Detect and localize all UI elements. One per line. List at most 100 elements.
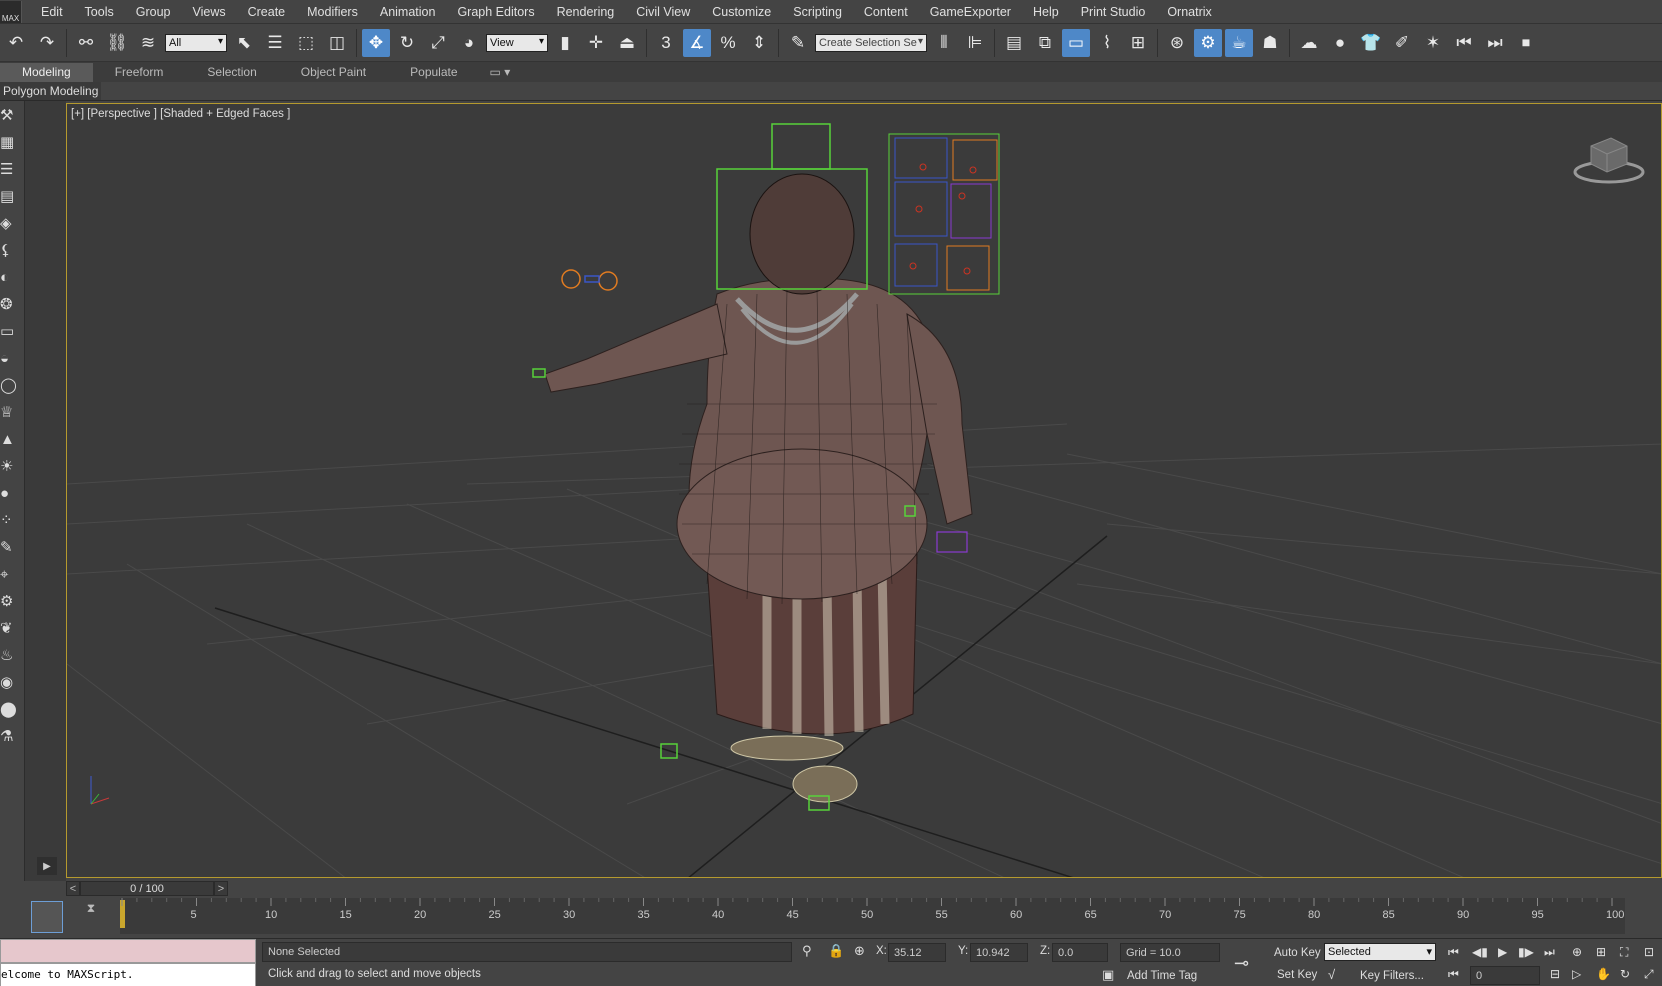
- menu-print-studio[interactable]: Print Studio: [1070, 0, 1157, 24]
- rewind-icon[interactable]: ⏮: [1450, 29, 1478, 57]
- y-coordinate-field[interactable]: 10.942: [970, 943, 1028, 962]
- sphere-icon[interactable]: ◯: [0, 375, 20, 395]
- orbit-icon[interactable]: ↻: [1620, 967, 1630, 981]
- menu-civil-view[interactable]: Civil View: [625, 0, 701, 24]
- cloth-icon[interactable]: 👕: [1357, 29, 1385, 57]
- menu-graph-editors[interactable]: Graph Editors: [446, 0, 545, 24]
- menu-content[interactable]: Content: [853, 0, 919, 24]
- display-icon[interactable]: ▦: [0, 132, 20, 152]
- add-time-tag-button[interactable]: Add Time Tag: [1127, 970, 1197, 982]
- menu-customize[interactable]: Customize: [701, 0, 782, 24]
- light-icon[interactable]: ⚸: [0, 240, 20, 260]
- play-icon[interactable]: ▶: [1498, 945, 1507, 959]
- expand-arrow-icon[interactable]: ▶: [37, 857, 57, 875]
- redo-icon[interactable]: ↷: [33, 29, 61, 57]
- coin-icon[interactable]: ◉: [0, 672, 20, 692]
- link-icon[interactable]: ⚯: [72, 29, 100, 57]
- x-coordinate-field[interactable]: 35.12: [888, 943, 946, 962]
- menu-ornatrix[interactable]: Ornatrix: [1156, 0, 1222, 24]
- viewport-perspective[interactable]: [+] [Perspective ] [Shaded + Edged Faces…: [66, 103, 1662, 878]
- tab-modeling[interactable]: Modeling: [0, 63, 93, 82]
- unlink-icon[interactable]: ⛓: [103, 29, 131, 57]
- sphere-icon[interactable]: ●: [1326, 29, 1354, 57]
- edit-named-selection-icon[interactable]: ✎: [784, 29, 812, 57]
- export-icon[interactable]: ⏹: [1512, 29, 1540, 57]
- hammer-icon[interactable]: ⚒: [0, 105, 20, 125]
- mirror-icon[interactable]: ⫴: [930, 29, 958, 57]
- paint-icon[interactable]: ✎: [0, 537, 20, 557]
- render-in-cloud-icon[interactable]: ☁: [1295, 29, 1323, 57]
- menu-create[interactable]: Create: [237, 0, 297, 24]
- bind-space-warp-icon[interactable]: ≋: [134, 29, 162, 57]
- helper-icon[interactable]: ❂: [0, 294, 20, 314]
- open-mini-curve-editor-icon[interactable]: ⧗: [80, 901, 102, 917]
- snap-toggle-icon[interactable]: 3: [652, 29, 680, 57]
- go-to-end-icon[interactable]: ⏭: [1544, 945, 1555, 960]
- tab-freeform[interactable]: Freeform: [93, 63, 186, 82]
- select-by-name-icon[interactable]: ☰: [261, 29, 289, 57]
- zoom-icon[interactable]: ⊕: [1572, 945, 1582, 959]
- plane-icon[interactable]: ▭: [0, 321, 20, 341]
- time-slider-next-button[interactable]: >: [214, 881, 228, 896]
- app-logo[interactable]: MAX: [0, 0, 22, 23]
- spinner-snap-icon[interactable]: ⇕: [745, 29, 773, 57]
- isolate-selection-icon[interactable]: ⚲: [802, 943, 812, 959]
- reference-coordinate-dropdown[interactable]: View ▾: [486, 33, 548, 52]
- plant-icon[interactable]: ❦: [0, 618, 20, 638]
- percent-snap-icon[interactable]: %: [714, 29, 742, 57]
- key-mode-dropdown[interactable]: Selected ▾: [1324, 943, 1436, 961]
- list-icon[interactable]: ☰: [0, 159, 20, 179]
- time-tag-icon[interactable]: ▣: [1102, 967, 1114, 983]
- ball-icon[interactable]: ⬤: [0, 699, 20, 719]
- disc-icon[interactable]: ●: [0, 483, 20, 503]
- tools-icon[interactable]: ⚗: [0, 726, 20, 746]
- toggle-scene-explorer-icon[interactable]: ▤: [1000, 29, 1028, 57]
- grid-icon[interactable]: ⁘: [0, 510, 20, 530]
- time-slider-prev-button[interactable]: <: [66, 881, 80, 896]
- time-slider-frame-display[interactable]: 0 / 100: [80, 881, 214, 896]
- select-and-place-icon[interactable]: ◕: [455, 29, 483, 57]
- menu-gameexporter[interactable]: GameExporter: [919, 0, 1022, 24]
- dome-icon[interactable]: ◒: [0, 348, 20, 368]
- menu-help[interactable]: Help: [1022, 0, 1070, 24]
- set-key-button[interactable]: Set Key: [1277, 969, 1317, 981]
- zoom-all-icon[interactable]: ⊞: [1596, 945, 1606, 959]
- track-bar-timeline[interactable]: 5 10 15 20 25 30 35 40 45 50 55 60 65 70 75 80 85 90 95 100: [120, 898, 1625, 934]
- time-configuration-icon[interactable]: ⊟: [1550, 967, 1560, 981]
- menu-animation[interactable]: Animation: [369, 0, 447, 24]
- menu-group[interactable]: Group: [125, 0, 182, 24]
- zoom-extents-all-icon[interactable]: ⊡: [1644, 945, 1654, 959]
- select-and-move-icon[interactable]: ✥: [362, 28, 390, 57]
- maxscript-output[interactable]: elcome to MAXScript.: [0, 963, 256, 986]
- select-manipulate-icon[interactable]: ✛: [582, 29, 610, 57]
- cone-icon[interactable]: ▲: [0, 429, 20, 449]
- tab-selection[interactable]: Selection: [185, 63, 278, 82]
- viewport-label[interactable]: [+] [Perspective ] [Shaded + Edged Faces…: [71, 108, 290, 120]
- mini-curve-editor-thumbnail[interactable]: [31, 901, 63, 933]
- absolute-mode-icon[interactable]: ⊕: [854, 943, 865, 959]
- menu-tools[interactable]: Tools: [74, 0, 125, 24]
- next-frame-icon[interactable]: ▮▶: [1518, 945, 1534, 959]
- particle-icon[interactable]: ✶: [1419, 29, 1447, 57]
- named-selection-set-dropdown[interactable]: Create Selection Se ▾: [815, 33, 927, 52]
- hair-brush-icon[interactable]: ✐: [1388, 29, 1416, 57]
- menu-scripting[interactable]: Scripting: [782, 0, 853, 24]
- ribbon-options-icon[interactable]: ▭ ▾: [480, 63, 521, 82]
- pan-view-icon[interactable]: ✋: [1596, 967, 1611, 981]
- align-icon[interactable]: ⊫: [961, 29, 989, 57]
- auto-key-button[interactable]: Auto Key: [1274, 947, 1321, 959]
- angle-snap-icon[interactable]: ∡: [683, 28, 711, 57]
- keyboard-shortcut-override-icon[interactable]: ⏏: [613, 29, 641, 57]
- maxscript-listener[interactable]: elcome to MAXScript.: [0, 939, 256, 986]
- table-icon[interactable]: ▤: [0, 186, 20, 206]
- menu-edit[interactable]: Edit: [30, 0, 74, 24]
- undo-icon[interactable]: ↶: [2, 29, 30, 57]
- curve-editor-icon[interactable]: ⌇: [1093, 29, 1121, 57]
- forward-icon[interactable]: ⏭: [1481, 29, 1509, 57]
- fire-icon[interactable]: ♨: [0, 645, 20, 665]
- z-coordinate-field[interactable]: 0.0: [1052, 943, 1108, 962]
- key-icon[interactable]: ⊸: [1234, 953, 1249, 974]
- polygon-modeling-panel[interactable]: Polygon Modeling: [0, 82, 102, 100]
- viewcube[interactable]: [1571, 132, 1647, 186]
- tree-icon[interactable]: ⌖: [0, 564, 20, 584]
